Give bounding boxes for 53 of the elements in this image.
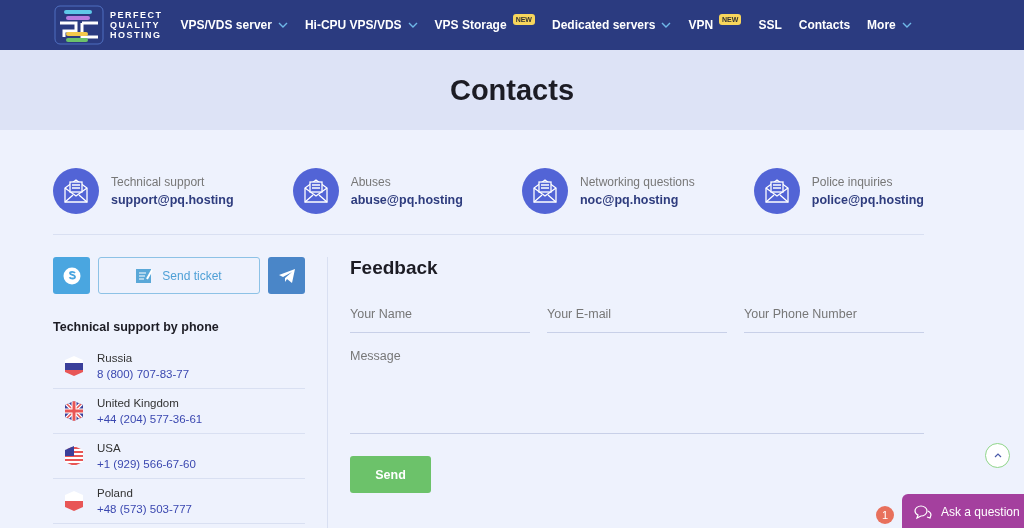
flag-icon [63,490,85,512]
email-link[interactable]: abuse@pq.hosting [350,193,463,207]
input-field[interactable]: Your Phone Number [744,301,924,333]
contact-label: Police inquiries [811,175,894,189]
nav-link[interactable]: Contacts [798,10,851,40]
logo-text: PERFECT QUALITY HOSTING [110,10,163,40]
phone-link[interactable]: +44 (204) 577-36-61 [97,413,203,425]
caret-icon [993,453,1002,458]
telegram-button[interactable] [268,257,305,294]
phone-link[interactable]: 8 (800) 707-83-77 [97,368,190,380]
email-link[interactable]: noc@pq.hosting [580,193,695,207]
email-link[interactable]: support@pq.hosting [111,193,234,207]
contact-label: Technical support [111,175,206,189]
notification-count: 1 [876,506,894,524]
phone-link[interactable]: +48 (573) 503-777 [97,503,192,515]
nav-link[interactable]: More [867,10,912,40]
chevron-icon [901,22,912,28]
input-field[interactable]: Your Name [350,301,530,333]
envelope-icon [753,168,800,214]
envelope-icon [522,168,568,214]
paper-plane-icon [277,267,296,284]
nav-link[interactable]: Dedicated servers [551,10,672,40]
page-title: Contacts [449,73,575,107]
nav-link[interactable]: Hi-CPU VPS/VDS [304,10,418,40]
envelope-icon [53,168,99,214]
chevron-icon [407,22,418,28]
skype-button[interactable] [53,257,90,294]
input-field[interactable]: Your E-mail [547,301,727,333]
section-heading: Technical support by phone [53,320,220,334]
ask-question-button[interactable]: Ask a question [902,494,1024,528]
contact-label: Networking questions [580,175,695,189]
flag-icon [63,400,85,422]
country-name: United Kingdom [97,397,180,409]
feedback-title: Feedback [350,257,439,279]
chevron-icon [661,22,672,28]
contact-label: Abuses [350,175,392,189]
flag-icon [63,445,85,467]
nav-link[interactable]: VPS/VDS server [180,10,288,40]
skype-icon [61,265,82,286]
logo-icon [54,5,104,45]
chevron-icon [277,22,288,28]
phone-link[interactable]: +1 (929) 566-67-60 [97,458,196,470]
country-name: USA [97,442,122,454]
envelope-icon [292,168,339,214]
country-name: Russia [97,352,134,364]
nav-link[interactable]: SSL [758,10,782,40]
flag-icon [63,355,85,377]
chat-bubbles-icon [914,505,932,520]
message-field[interactable]: Message [350,349,924,434]
country-name: Poland [97,487,134,499]
email-link[interactable]: police@pq.hosting [811,193,924,207]
note-pencil-icon [136,267,155,284]
scroll-up-button[interactable] [985,443,1010,468]
